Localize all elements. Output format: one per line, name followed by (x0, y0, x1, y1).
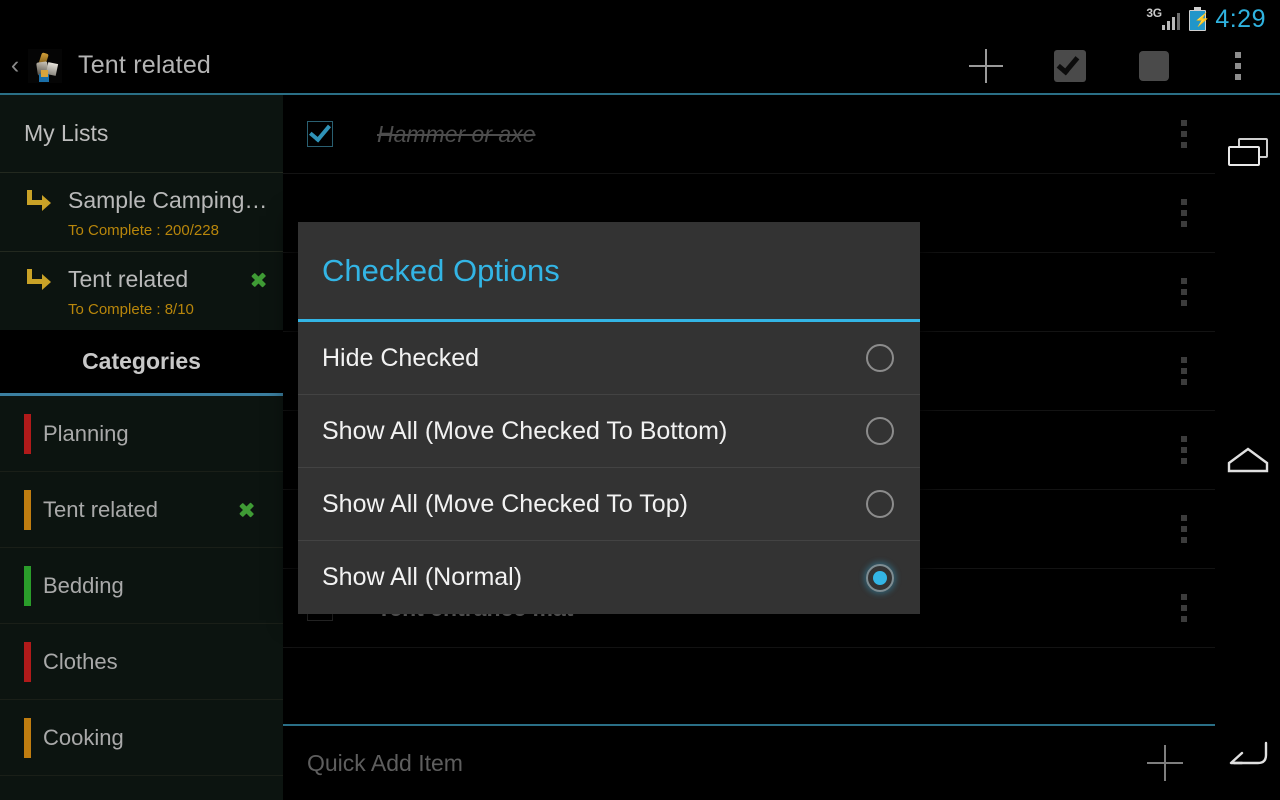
quick-add-bar: Quick Add Item (283, 724, 1215, 800)
dialog-option-show-all-normal[interactable]: Show All (Normal) (298, 541, 920, 614)
item-label: Hammer or axe (377, 121, 535, 148)
sidebar-list-label: Sample Camping… (68, 187, 273, 214)
dialog-option-label: Hide Checked (322, 344, 866, 373)
sidebar-category-clothes[interactable]: Clothes (0, 624, 283, 700)
checked-options-dialog: Checked Options Hide Checked Show All (M… (298, 222, 920, 614)
network-type-label: 3G (1146, 6, 1161, 20)
item-overflow-icon[interactable] (1181, 199, 1187, 227)
overflow-menu-icon (1235, 52, 1241, 80)
home-button[interactable] (1215, 413, 1280, 506)
category-color-bar (24, 414, 31, 454)
sidebar-category-planning[interactable]: Planning (0, 396, 283, 472)
radio-button-selected[interactable] (866, 564, 894, 592)
item-overflow-icon[interactable] (1181, 120, 1187, 148)
dialog-header: Checked Options (298, 222, 920, 322)
sidebar-category-bedding[interactable]: Bedding (0, 548, 283, 624)
item-overflow-icon[interactable] (1181, 594, 1187, 622)
battery-charging-icon: ⚡ (1189, 7, 1206, 31)
item-overflow-icon[interactable] (1181, 278, 1187, 306)
dialog-option-hide-checked[interactable]: Hide Checked (298, 322, 920, 395)
quick-add-input[interactable]: Quick Add Item (307, 750, 1147, 777)
add-item-button[interactable] (944, 38, 1028, 93)
sidebar-category-cooking[interactable]: Cooking (0, 700, 283, 776)
category-label: Bedding (43, 573, 283, 599)
dialog-option-move-checked-bottom[interactable]: Show All (Move Checked To Bottom) (298, 395, 920, 468)
category-color-bar (24, 490, 31, 530)
dialog-option-move-checked-top[interactable]: Show All (Move Checked To Top) (298, 468, 920, 541)
item-overflow-icon[interactable] (1181, 357, 1187, 385)
checkbox-empty-icon (1139, 51, 1169, 81)
item-overflow-icon[interactable] (1181, 515, 1187, 543)
category-color-bar (24, 566, 31, 606)
recents-button[interactable] (1215, 105, 1280, 198)
dialog-option-label: Show All (Move Checked To Bottom) (322, 417, 866, 446)
overflow-menu-button[interactable] (1196, 38, 1280, 93)
plus-icon[interactable] (1147, 745, 1183, 781)
check-all-button[interactable] (1028, 38, 1112, 93)
category-label: Planning (43, 421, 283, 447)
category-color-bar (24, 718, 31, 758)
clock-label: 4:29 (1215, 5, 1266, 34)
subfolder-arrow-icon (24, 188, 52, 214)
action-bar-actions (944, 38, 1280, 93)
status-bar: 3G ⚡ 4:29 (0, 0, 1280, 38)
sidebar: My Lists Sample Camping… To Complete : 2… (0, 95, 283, 800)
category-label: Cooking (43, 725, 283, 751)
sidebar-list-progress: To Complete : 8/10 (68, 301, 273, 318)
sidebar-category-tent-related[interactable]: Tent related (0, 472, 283, 548)
uncheck-all-button[interactable] (1112, 38, 1196, 93)
radio-button[interactable] (866, 344, 894, 372)
recents-icon (1228, 138, 1268, 166)
sidebar-header: My Lists (0, 95, 283, 172)
chevron-right-icon (249, 267, 273, 293)
page-title: Tent related (78, 51, 211, 80)
category-label: Clothes (43, 649, 283, 675)
device-screen: 3G ⚡ 4:29 ‹ Tent related (0, 0, 1280, 800)
dialog-option-label: Show All (Move Checked To Top) (322, 490, 866, 519)
list-item[interactable]: Hammer or axe (283, 95, 1215, 174)
dialog-title: Checked Options (322, 253, 560, 289)
system-navigation-bar (1215, 95, 1280, 800)
back-arrow-icon (1226, 739, 1270, 767)
subfolder-arrow-icon (24, 267, 52, 293)
radio-button[interactable] (866, 490, 894, 518)
action-bar: ‹ Tent related (0, 38, 1280, 93)
back-button[interactable] (1215, 707, 1280, 800)
plus-icon (969, 49, 1003, 83)
sidebar-list-label: Tent related (68, 266, 249, 293)
sidebar-list-sample-camping[interactable]: Sample Camping… To Complete : 200/228 (0, 173, 283, 251)
category-color-bar (24, 642, 31, 682)
signal-icon: 3G (1146, 6, 1180, 32)
dialog-option-label: Show All (Normal) (322, 563, 866, 592)
back-chevron-icon[interactable]: ‹ (4, 53, 26, 78)
sidebar-list-progress: To Complete : 200/228 (68, 222, 273, 239)
app-logo-icon[interactable] (28, 49, 62, 83)
home-icon (1227, 447, 1269, 473)
item-overflow-icon[interactable] (1181, 436, 1187, 464)
item-checkbox[interactable] (307, 121, 333, 147)
sidebar-list-tent-related[interactable]: Tent related To Complete : 8/10 (0, 252, 283, 330)
radio-button[interactable] (866, 417, 894, 445)
category-label: Tent related (43, 497, 237, 523)
signal-bars-icon (1162, 13, 1181, 30)
checkbox-checked-icon (1054, 50, 1086, 82)
chevron-right-icon (237, 497, 261, 523)
tab-categories[interactable]: Categories (0, 330, 283, 396)
